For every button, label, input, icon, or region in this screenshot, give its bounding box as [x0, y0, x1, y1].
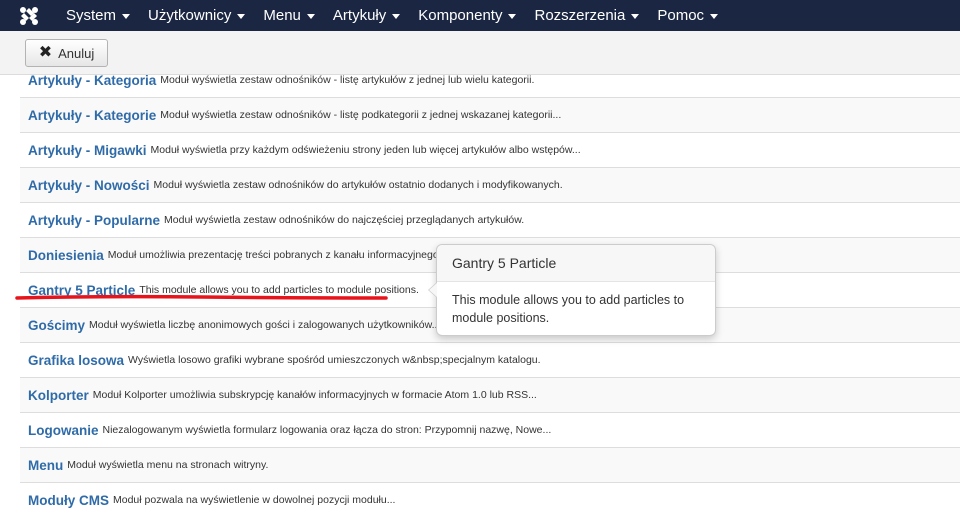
caret-down-icon	[122, 14, 131, 19]
module-description: Moduł wyświetla zestaw odnośników - list…	[160, 109, 562, 121]
module-title-link[interactable]: Gościmy	[28, 318, 85, 333]
caret-down-icon	[710, 14, 719, 19]
caret-down-icon	[508, 14, 517, 19]
module-description-popover: Gantry 5 Particle This module allows you…	[428, 244, 716, 336]
menu-menu[interactable]: Menu	[254, 0, 324, 31]
module-title-link[interactable]: Artykuły - Migawki	[28, 143, 147, 158]
module-title-link[interactable]: Logowanie	[28, 423, 99, 438]
menu-components-label: Komponenty	[418, 7, 503, 24]
module-title-link[interactable]: Kolporter	[28, 388, 89, 403]
cancel-button-label: Anuluj	[58, 45, 95, 61]
menu-extensions-label: Rozszerzenia	[534, 7, 626, 24]
module-description: Moduł wyświetla zestaw odnośników do art…	[153, 179, 563, 191]
caret-down-icon	[306, 14, 315, 19]
list-item: Artykuły - Migawki Moduł wyświetla przy k…	[20, 132, 960, 167]
module-title-link[interactable]: Artykuły - Popularne	[28, 213, 160, 228]
list-item: Artykuły - Popularne Moduł wyświetla zest…	[20, 202, 960, 237]
module-description: Moduł wyświetla zestaw odnośników - list…	[160, 74, 535, 86]
menu-users-label: Użytkownicy	[148, 7, 232, 24]
list-item: Artykuły - Nowości Moduł wyświetla zestaw…	[20, 167, 960, 202]
menu-help[interactable]: Pomoc	[648, 0, 727, 31]
menu-system-label: System	[66, 7, 117, 24]
module-description: Moduł wyświetla menu na stronach witryny…	[67, 459, 269, 471]
menu-articles[interactable]: Artykuły	[324, 0, 409, 31]
module-description: Moduł umożliwia prezentację treści pobra…	[107, 249, 448, 261]
top-navbar: System Użytkownicy Menu Artykuły Kompone…	[0, 0, 960, 31]
list-item: Menu Moduł wyświetla menu na stronach wit…	[20, 447, 960, 482]
module-description: Wyświetla losowo grafiki wybrane spośród…	[128, 354, 541, 366]
module-title-link[interactable]: Menu	[28, 458, 63, 473]
module-title-link[interactable]: Grafika losowa	[28, 353, 124, 368]
list-item: Grafika losowa Wyświetla losowo grafiki w…	[20, 342, 960, 377]
list-item: Kolporter Moduł Kolporter umożliwia subsk…	[20, 377, 960, 412]
popover-title: Gantry 5 Particle	[437, 245, 715, 282]
popover-body: This module allows you to add particles …	[452, 293, 685, 325]
menu-components[interactable]: Komponenty	[409, 0, 525, 31]
menu-articles-label: Artykuły	[332, 7, 387, 24]
close-icon: ✖	[38, 44, 53, 61]
caret-down-icon	[392, 14, 401, 19]
module-description: Moduł pozwala na wyświetlenie w dowolnej…	[113, 494, 396, 506]
module-title-link[interactable]: Artykuły - Nowości	[28, 178, 150, 193]
module-description: Moduł wyświetla przy każdym odświeżeniu …	[150, 144, 581, 156]
toolbar: ✖ Anuluj	[0, 31, 960, 75]
menu-extensions[interactable]: Rozszerzenia	[525, 0, 648, 31]
menu-menu-label: Menu	[263, 7, 301, 24]
caret-down-icon	[631, 14, 640, 19]
menu-system[interactable]: System	[57, 0, 139, 31]
caret-down-icon	[237, 14, 246, 19]
list-item: Logowanie Niezalogowanym wyświetla formul…	[20, 412, 960, 447]
menu-users[interactable]: Użytkownicy	[139, 0, 254, 31]
module-description: Moduł Kolporter umożliwia subskrypcję ka…	[92, 389, 537, 401]
popover-arrow	[428, 282, 437, 298]
module-description: Moduł wyświetla zestaw odnośników do naj…	[164, 214, 525, 226]
joomla-logo-icon[interactable]	[11, 0, 47, 31]
cancel-button[interactable]: ✖ Anuluj	[25, 39, 108, 67]
annotation-underline	[15, 294, 388, 300]
module-description: Niezalogowanym wyświetla formularz logow…	[102, 424, 552, 436]
list-item: Artykuły - Kategorie Moduł wyświetla zest…	[20, 97, 960, 132]
menu-help-label: Pomoc	[657, 7, 705, 24]
module-title-link[interactable]: Doniesienia	[28, 248, 104, 263]
module-title-link[interactable]: Artykuły - Kategorie	[28, 108, 156, 123]
module-title-link[interactable]: Moduły CMS	[28, 493, 109, 508]
module-description: Moduł wyświetla liczbę anonimowych gości…	[89, 319, 441, 331]
